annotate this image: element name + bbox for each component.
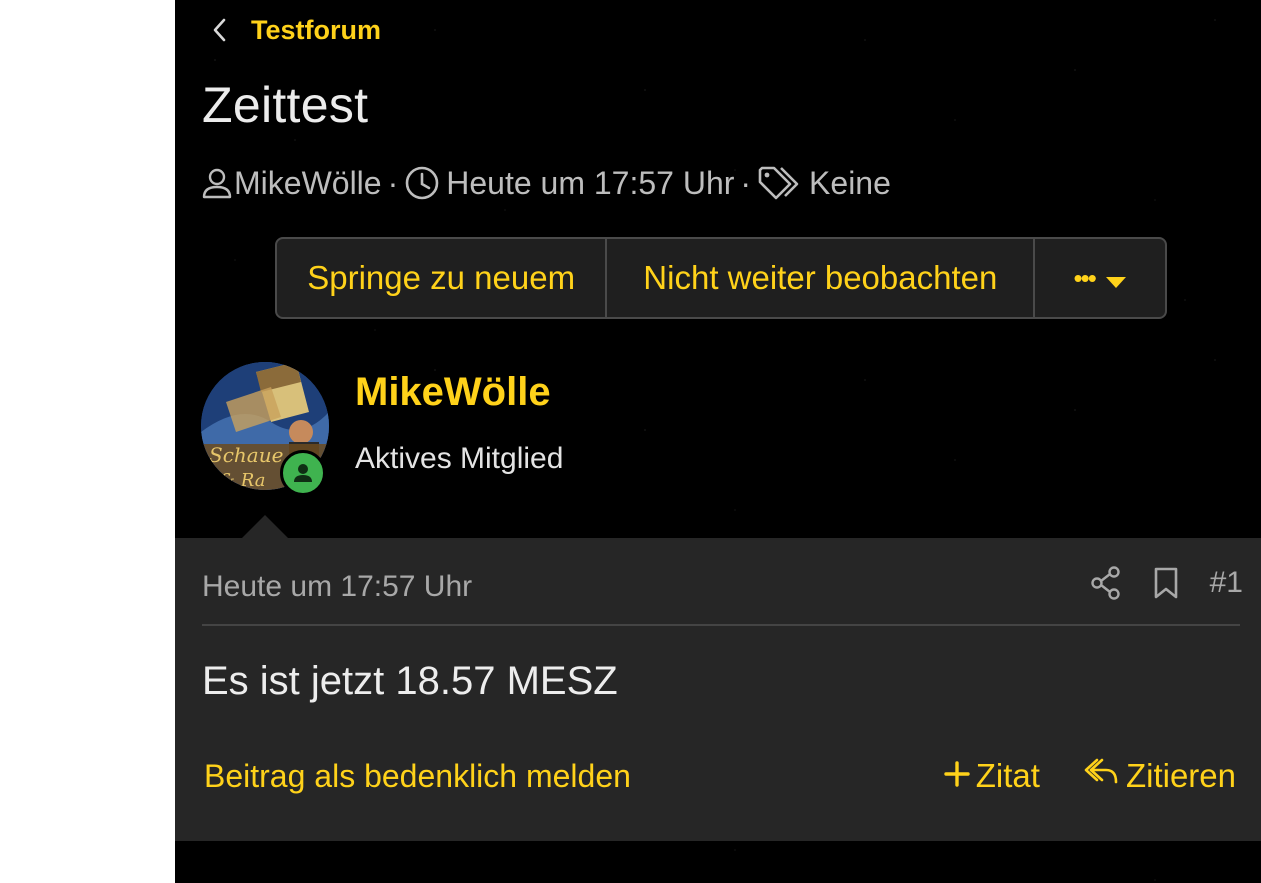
- meta-separator: ·: [740, 164, 752, 201]
- breadcrumb: Testforum: [207, 12, 381, 48]
- post-card: Heute um 17:57 Uhr #1 Es ist jetzt 18.57…: [175, 538, 1261, 841]
- user-icon: [200, 166, 234, 200]
- quote-button[interactable]: Zitieren: [1082, 756, 1236, 796]
- online-user-icon: [280, 450, 326, 496]
- post-author-role: Aktives Mitglied: [355, 442, 564, 475]
- add-quote-label: Zitat: [975, 757, 1040, 794]
- report-post-link[interactable]: Beitrag als bedenklich melden: [204, 758, 631, 795]
- more-dots: •••: [1073, 262, 1097, 293]
- meta-separator: ·: [387, 164, 399, 201]
- more-actions-button[interactable]: •••: [1035, 239, 1165, 317]
- page-title: Zeittest: [202, 77, 369, 133]
- avatar-text-2: & Ra: [219, 470, 265, 490]
- chevron-left-icon[interactable]: [207, 17, 233, 43]
- thread-action-bar: Springe zu neuem Nicht weiter beobachten…: [275, 237, 1167, 319]
- share-icon[interactable]: [1090, 566, 1122, 600]
- tag-icon: [757, 165, 803, 201]
- breadcrumb-link-testforum[interactable]: Testforum: [251, 15, 381, 46]
- left-margin: [0, 0, 175, 883]
- plus-icon: [944, 757, 970, 795]
- meta-date-link[interactable]: Heute um 17:57 Uhr: [446, 165, 734, 202]
- meta-author-link[interactable]: MikeWölle: [234, 165, 382, 202]
- clock-icon: [404, 165, 440, 201]
- thread-meta: MikeWölle · Heute um 17:57 Uhr · Keine: [200, 160, 891, 206]
- thread-page: Testforum Zeittest MikeWölle · Heute um …: [175, 0, 1261, 883]
- quote-label: Zitieren: [1125, 757, 1236, 794]
- avatar-text-1: Schaue: [209, 443, 283, 467]
- caret-down-icon: [1105, 259, 1127, 297]
- bookmark-icon[interactable]: [1152, 566, 1180, 600]
- post-timestamp[interactable]: Heute um 17:57 Uhr: [202, 570, 472, 604]
- jump-to-new-button[interactable]: Springe zu neuem: [277, 239, 608, 317]
- post-number-link[interactable]: #1: [1210, 566, 1243, 600]
- unwatch-button[interactable]: Nicht weiter beobachten: [607, 239, 1036, 317]
- post-actions: Zitat Zitieren: [944, 756, 1236, 796]
- reply-icon: [1082, 756, 1120, 796]
- author-avatar[interactable]: Schaue & Ra: [201, 362, 331, 496]
- post-author-name[interactable]: MikeWölle: [355, 370, 551, 415]
- add-quote-button[interactable]: Zitat: [944, 757, 1040, 795]
- meta-tags: Keine: [809, 164, 891, 201]
- post-content: Es ist jetzt 18.57 MESZ: [202, 659, 618, 703]
- post-tools: #1: [1090, 566, 1243, 600]
- post-divider: [202, 624, 1240, 626]
- post-pointer: [241, 515, 289, 539]
